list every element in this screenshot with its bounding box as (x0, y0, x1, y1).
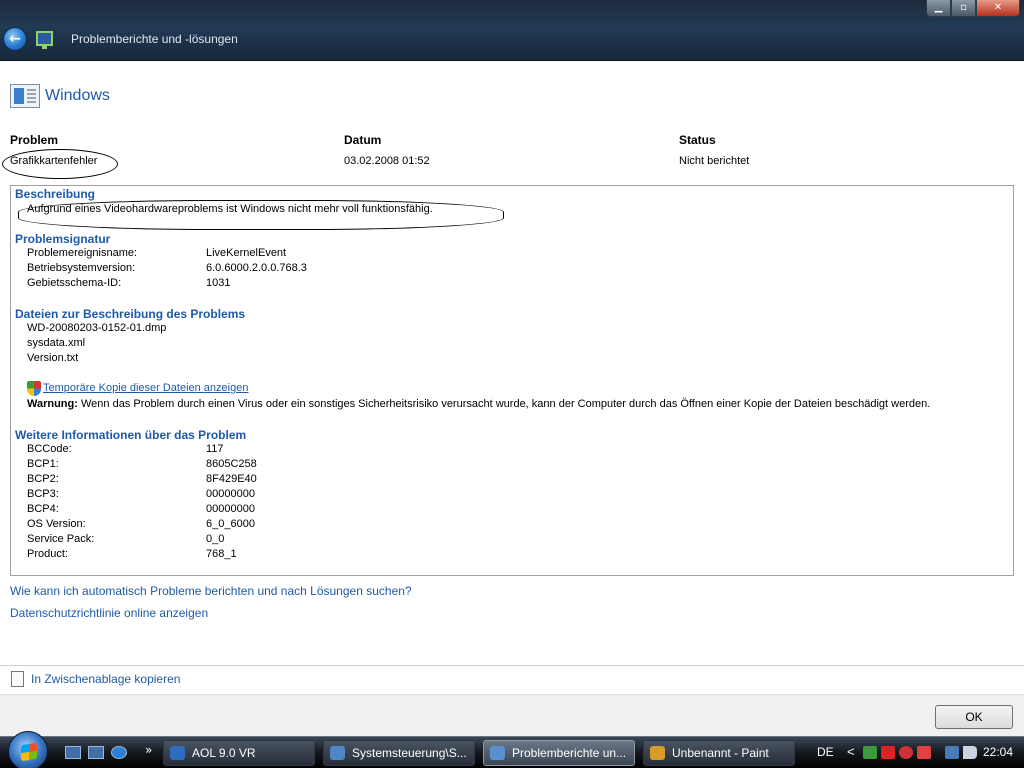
quick-launch-more-icon[interactable]: » (145, 743, 152, 757)
title-bar: ← Problemberichte und -lösungen ▁ ▫ ✕ (0, 0, 1024, 61)
windows-app-icon (10, 84, 40, 108)
back-arrow-icon[interactable]: ← (3, 27, 27, 51)
warning-label: Warnung: (27, 398, 78, 410)
window-controls: ▁ ▫ ✕ (926, 0, 1020, 17)
file-item: sysdata.xml (27, 337, 86, 349)
ok-button[interactable]: OK (935, 705, 1013, 729)
details-panel: Beschreibung Aufgrund eines Videohardwar… (10, 185, 1014, 576)
signature-value: LiveKernelEvent (206, 247, 287, 259)
info-key: BCCode: (27, 443, 72, 455)
warning-message: Warnung: Wenn das Problem durch einen Vi… (27, 398, 930, 410)
signature-value: 6.0.6000.2.0.0.768.3 (206, 262, 307, 274)
maximize-button[interactable]: ▫ (951, 0, 976, 17)
info-key: OS Version: (27, 518, 86, 530)
info-value: 8605C258 (206, 458, 257, 470)
info-value: 00000000 (206, 488, 255, 500)
privacy-policy-link[interactable]: Datenschutzrichtlinie online anzeigen (10, 606, 208, 620)
more-info-heading: Weitere Informationen über das Problem (15, 428, 247, 442)
hand-drawn-ellipse (18, 200, 504, 230)
media-player-icon[interactable] (111, 746, 127, 759)
auto-report-link[interactable]: Wie kann ich automatisch Probleme berich… (10, 584, 412, 598)
language-indicator[interactable]: DE (817, 745, 834, 759)
signature-value: 1031 (206, 277, 231, 289)
copy-to-clipboard-link[interactable]: In Zwischenablage kopieren (31, 672, 180, 686)
taskbar-item-label: Problemberichte un... (512, 746, 627, 760)
warning-text: Wenn das Problem durch einen Virus oder … (77, 398, 931, 410)
network-tray-icon[interactable] (863, 746, 877, 759)
divider (0, 665, 1024, 666)
taskbar-item-problem-reports[interactable]: Problemberichte un... (483, 740, 635, 766)
info-key: Service Pack: (27, 533, 95, 545)
problem-reports-icon (490, 746, 505, 760)
show-hidden-icons-icon[interactable]: < (847, 744, 855, 759)
taskbar-item-label: Unbenannt - Paint (672, 746, 769, 760)
column-header-problem: Problem (10, 133, 59, 147)
info-value: 6_0_6000 (206, 518, 255, 530)
clipboard-icon (11, 671, 24, 687)
temp-copy-link[interactable]: Temporäre Kopie dieser Dateien anzeigen (43, 382, 248, 394)
signature-key: Problemereignisname: (27, 247, 138, 259)
info-key: BCP1: (27, 458, 59, 470)
antivirus-tray-icon[interactable] (917, 746, 931, 759)
security-shield-icon (27, 381, 41, 396)
column-header-status: Status (679, 133, 716, 147)
volume-icon[interactable] (963, 746, 977, 759)
info-value: 768_1 (206, 548, 237, 560)
show-desktop-icon[interactable] (65, 746, 81, 759)
security-tray-icon[interactable] (899, 746, 913, 759)
signature-key: Gebietsschema-ID: (27, 277, 122, 289)
system-tray: DE < 22:04 (813, 737, 1024, 768)
column-header-date: Datum (344, 133, 382, 147)
info-key: BCP2: (27, 473, 59, 485)
taskbar-item-label: AOL 9.0 VR (192, 746, 256, 760)
dialog-footer: OK (0, 694, 1024, 736)
aol-icon (170, 746, 185, 760)
taskbar-item-aol[interactable]: AOL 9.0 VR (163, 740, 315, 766)
info-value: 0_0 (206, 533, 225, 545)
status-value: Nicht berichtet (679, 155, 750, 167)
files-heading: Dateien zur Beschreibung des Problems (15, 307, 246, 321)
hand-drawn-ellipse (2, 149, 118, 179)
ati-tray-icon[interactable] (881, 746, 895, 759)
taskbar-item-paint[interactable]: Unbenannt - Paint (643, 740, 795, 766)
signature-key: Betriebsystemversion: (27, 262, 136, 274)
info-value: 00000000 (206, 503, 255, 515)
problem-reports-icon (36, 31, 53, 49)
control-panel-icon (330, 746, 345, 760)
date-value: 03.02.2008 01:52 (344, 155, 430, 167)
info-key: Product: (27, 548, 68, 560)
info-value: 117 (206, 443, 224, 455)
info-key: BCP3: (27, 488, 59, 500)
file-item: Version.txt (27, 352, 79, 364)
minimize-button[interactable]: ▁ (926, 0, 951, 17)
paint-icon (650, 746, 665, 760)
display-tray-icon[interactable] (945, 746, 959, 759)
info-key: BCP4: (27, 503, 59, 515)
description-heading: Beschreibung (15, 187, 96, 201)
file-item: WD-20080203-0152-01.dmp (27, 322, 167, 334)
taskbar-item-control-panel[interactable]: Systemsteuerung\S... (323, 740, 475, 766)
start-button[interactable] (8, 731, 48, 768)
signature-heading: Problemsignatur (15, 232, 111, 246)
page-title: Windows (45, 87, 110, 104)
info-value: 8F429E40 (206, 473, 257, 485)
taskbar-item-label: Systemsteuerung\S... (352, 746, 467, 760)
switch-windows-icon[interactable] (88, 746, 104, 759)
close-button[interactable]: ✕ (976, 0, 1020, 17)
clock[interactable]: 22:04 (983, 745, 1013, 759)
main-content: Windows Problem Datum Status Grafikkarte… (0, 62, 1024, 736)
taskbar: » AOL 9.0 VR Systemsteuerung\S... Proble… (0, 731, 1024, 768)
window-title: Problemberichte und -lösungen (71, 32, 238, 46)
